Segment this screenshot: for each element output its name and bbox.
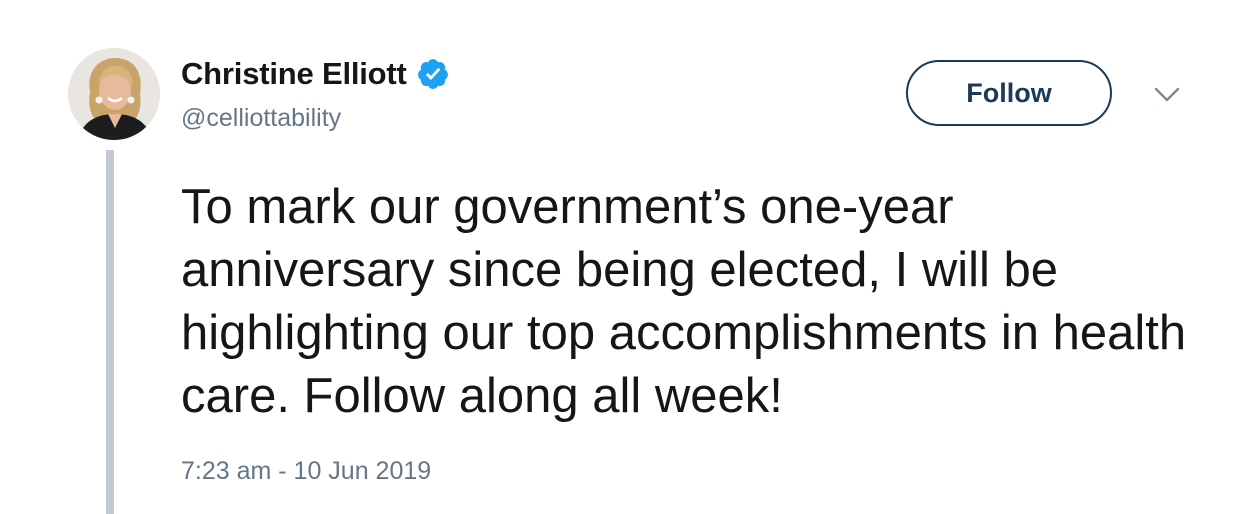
follow-button[interactable]: Follow (906, 60, 1112, 126)
thread-line (106, 150, 114, 514)
author-display-name[interactable]: Christine Elliott (181, 56, 407, 92)
chevron-down-icon[interactable] (1152, 84, 1182, 106)
author-avatar[interactable] (68, 48, 160, 140)
author-handle[interactable]: @celliottability (181, 104, 341, 133)
tweet-text: To mark our government’s one-year annive… (181, 180, 1187, 423)
tweet-timestamp[interactable]: 7:23 am - 10 Jun 2019 (181, 457, 431, 486)
avatar-image (68, 48, 160, 140)
author-name-row: Christine Elliott (181, 52, 450, 96)
verified-badge-icon (416, 57, 450, 91)
